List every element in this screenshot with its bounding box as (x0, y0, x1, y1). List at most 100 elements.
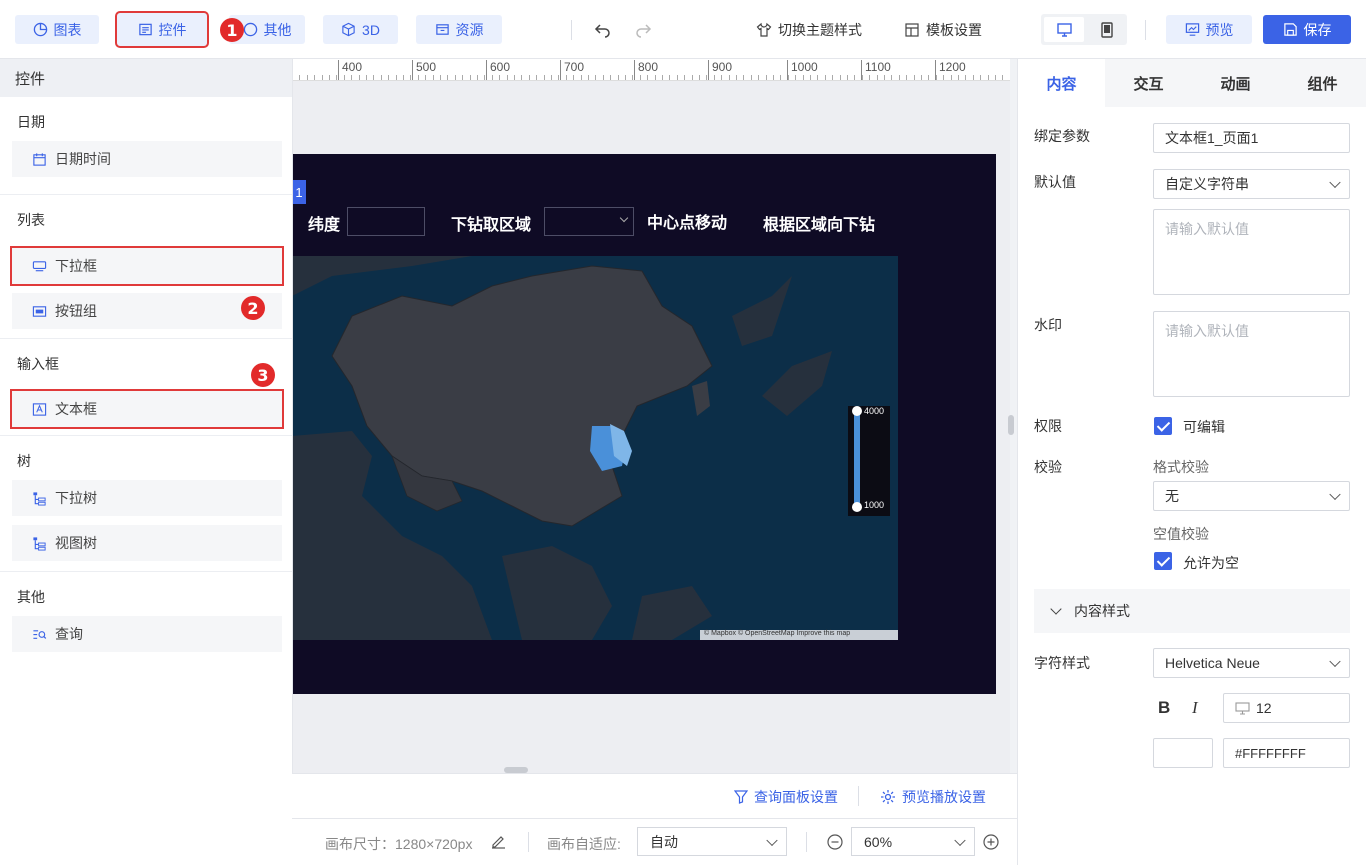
statusbar-divider (528, 832, 529, 852)
property-panel: 内容 交互 动画 组件 绑定参数 文本框1_页面1 默认值 自定义字符串 请输入… (1017, 59, 1366, 865)
tab-animation[interactable]: 动画 (1192, 59, 1279, 107)
selection-index-tag: 1 (292, 180, 306, 204)
ruler-tick (514, 75, 515, 80)
ruler-tick (921, 75, 922, 80)
query-panel-settings[interactable]: 查询面板设置 (734, 787, 838, 807)
color-hex-input[interactable]: #FFFFFFFF (1223, 738, 1350, 768)
drill-by-region-button[interactable]: 根据区域向下钻 (763, 211, 875, 235)
resource-button[interactable]: 资源 (416, 15, 502, 44)
query-icon (33, 629, 47, 639)
ruler-tick (321, 75, 323, 80)
editable-label: 可编辑 (1183, 419, 1225, 435)
format-validation-label: 格式校验 (1153, 459, 1209, 475)
legend-min: 1000 (864, 500, 885, 510)
edit-icon[interactable] (491, 834, 506, 849)
zoom-in-icon[interactable] (983, 834, 999, 850)
latitude-input[interactable] (347, 207, 425, 236)
italic-button[interactable]: I (1192, 698, 1198, 718)
font-size-input[interactable]: 12 (1223, 693, 1350, 723)
map-widget[interactable]: 4000 1000 © Mapbox © OpenStreetMap Impro… (292, 256, 898, 640)
canvas-adapt-select[interactable]: 自动 (637, 827, 787, 856)
section-tree: 树 (17, 453, 31, 469)
center-move-button[interactable]: 中心点移动 (647, 209, 727, 233)
preview-button[interactable]: 预览 (1166, 15, 1252, 44)
permission-label: 权限 (1034, 418, 1062, 434)
device-toggle (1041, 14, 1127, 45)
widget-panel-title: 控件 (0, 59, 292, 97)
save-button[interactable]: 保存 (1263, 15, 1351, 44)
font-family-value: Helvetica Neue (1165, 655, 1260, 671)
zoom-out-icon[interactable] (827, 834, 843, 850)
ruler-tick (832, 75, 834, 80)
cube-icon (342, 22, 355, 37)
preview-play-settings[interactable]: 预览播放设置 (880, 787, 986, 807)
template-settings-button[interactable]: 模板设置 (904, 15, 982, 44)
mobile-toggle[interactable] (1093, 17, 1121, 42)
redo-icon[interactable] (634, 22, 652, 38)
widget-button[interactable]: 控件 (115, 11, 209, 48)
ruler-tick (980, 75, 982, 80)
ruler-tick (780, 75, 782, 80)
zoom-select[interactable]: 60% (851, 827, 975, 856)
tab-interaction[interactable]: 交互 (1105, 59, 1192, 107)
3d-button[interactable]: 3D (323, 15, 398, 44)
default-value-textarea[interactable]: 请输入默认值 (1153, 209, 1350, 295)
ruler-label: 900 (708, 60, 732, 80)
chevron-down-icon (1329, 655, 1341, 668)
chart-button[interactable]: 图表 (15, 15, 99, 44)
widget-datetime[interactable]: 日期时间 (12, 141, 282, 177)
panel-resize-handle[interactable] (1008, 415, 1014, 435)
ruler-tick (847, 75, 848, 80)
horizontal-ruler: 400 500 600 700 800 900 1000 1100 1200 (292, 59, 1010, 81)
ruler-tick (528, 75, 530, 80)
tab-content[interactable]: 内容 (1018, 59, 1105, 107)
bold-button[interactable]: B (1158, 698, 1170, 718)
canvas-adapt-value: 自动 (650, 833, 678, 850)
drill-region-dropdown[interactable] (544, 207, 634, 236)
zoom-value: 60% (864, 833, 893, 850)
template-icon (905, 22, 919, 37)
ruler-tick (469, 75, 471, 80)
editable-checkbox[interactable] (1154, 417, 1172, 435)
tab-component[interactable]: 组件 (1279, 59, 1366, 107)
ruler-label: 600 (486, 60, 510, 80)
widget-view-tree[interactable]: 视图树 (12, 525, 282, 561)
preview-label: 预览 (1205, 21, 1234, 38)
resource-label: 资源 (455, 21, 484, 38)
ruler-tick (987, 75, 989, 80)
color-swatch[interactable] (1153, 738, 1213, 768)
statusbar-divider (806, 832, 807, 852)
undo-icon[interactable] (594, 22, 612, 38)
dropdown-icon (32, 260, 47, 271)
default-value-select[interactable]: 自定义字符串 (1153, 169, 1350, 199)
section-date: 日期 (17, 114, 45, 130)
desktop-toggle[interactable] (1044, 17, 1084, 42)
chevron-down-icon (1050, 603, 1062, 615)
ruler-tick (765, 75, 767, 80)
watermark-textarea[interactable]: 请输入默认值 (1153, 311, 1350, 397)
format-validation-select[interactable]: 无 (1153, 481, 1350, 511)
canvas-adapt-label: 画布自适应: (547, 836, 621, 852)
ruler-tick (610, 75, 612, 80)
font-size-value: 12 (1256, 700, 1272, 716)
section-list: 列表 (17, 212, 45, 228)
widget-dropdown[interactable]: 下拉框 (10, 246, 284, 286)
ruler-label: 400 (338, 60, 362, 80)
widget-textbox[interactable]: 文本框 (10, 389, 284, 429)
widget-dropdown-tree[interactable]: 下拉树 (12, 480, 282, 516)
content-style-section[interactable]: 内容样式 (1034, 589, 1350, 633)
theme-label: 切换主题样式 (778, 21, 862, 38)
tree-icon (33, 491, 46, 506)
bind-param-input[interactable]: 文本框1_页面1 (1153, 123, 1350, 153)
font-family-select[interactable]: Helvetica Neue (1153, 648, 1350, 678)
ruler-tick (536, 75, 538, 80)
allow-null-checkbox[interactable] (1154, 552, 1172, 570)
latitude-label: 纬度 (308, 217, 341, 234)
theme-switch-button[interactable]: 切换主题样式 (756, 15, 862, 44)
template-label: 模板设置 (926, 21, 982, 38)
ruler-tick (521, 75, 523, 80)
widget-query[interactable]: 查询 (12, 616, 282, 652)
ruler-tick (551, 75, 552, 80)
toolbar-divider (1145, 20, 1146, 40)
map-attribution[interactable]: © Mapbox © OpenStreetMap Improve this ma… (704, 630, 850, 637)
